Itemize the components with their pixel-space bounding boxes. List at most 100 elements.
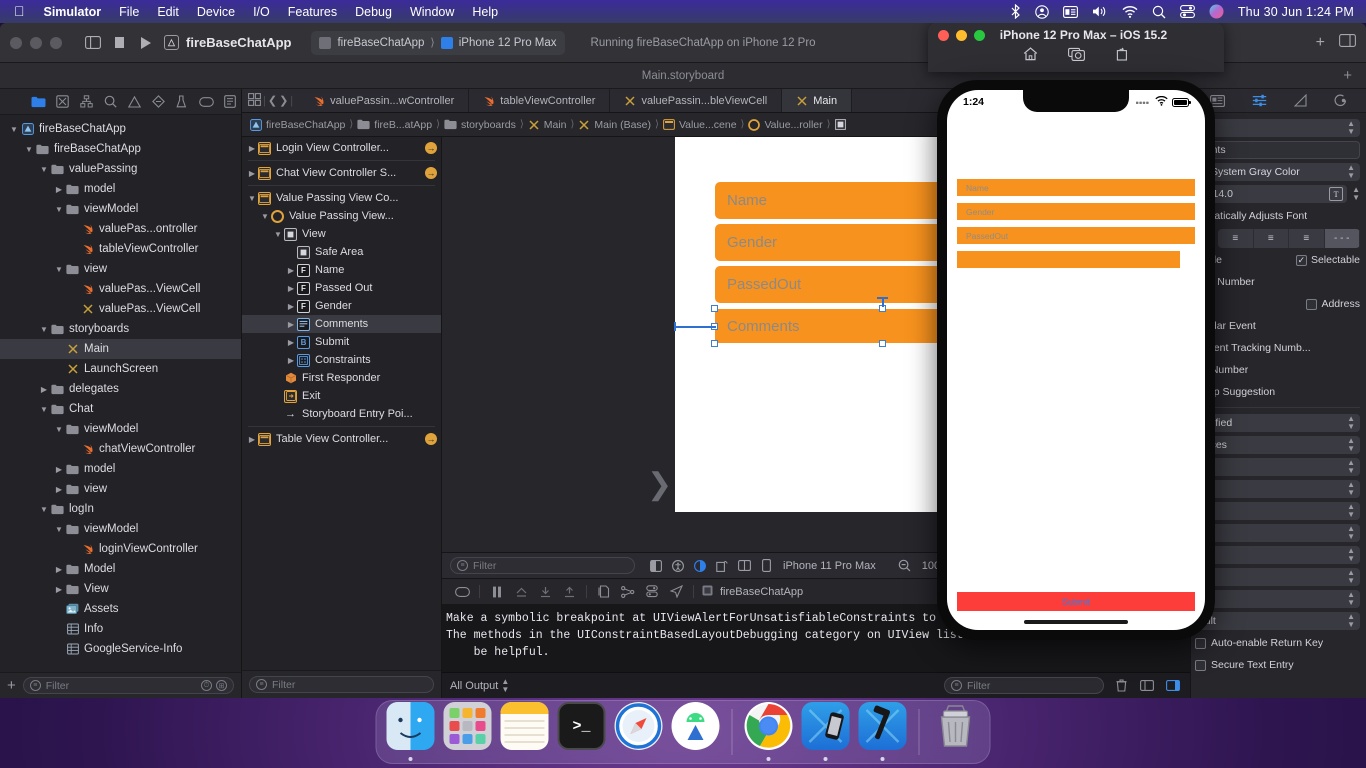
scheme-selector[interactable]: fireBaseChatApp ⟩ iPhone 12 Pro Max bbox=[311, 30, 565, 55]
twisty-closed-icon[interactable]: ▶ bbox=[285, 338, 297, 347]
nav-item-googleservice-info[interactable]: GoogleService-Info bbox=[0, 639, 241, 659]
folder-icon[interactable] bbox=[28, 92, 50, 112]
outline-item-exit[interactable]: Exit bbox=[242, 387, 441, 405]
dock-item-xcode[interactable] bbox=[858, 702, 907, 761]
stepper-icon[interactable]: ▲ ▼ bbox=[1347, 613, 1355, 629]
control-center-icon[interactable] bbox=[1062, 5, 1078, 18]
console-toggle-icon[interactable] bbox=[450, 582, 474, 602]
font-picker-icon[interactable]: T bbox=[1329, 187, 1344, 201]
twisty-closed-icon[interactable]: ▶ bbox=[38, 385, 50, 394]
outline-item-view[interactable]: ▼ View bbox=[242, 225, 441, 243]
menu-item-window[interactable]: Window bbox=[401, 5, 463, 19]
stepper-icon[interactable]: ▲ ▼ bbox=[1347, 547, 1355, 563]
outline-item-comments[interactable]: ▶ Comments bbox=[242, 315, 441, 333]
twisty-closed-icon[interactable]: ▶ bbox=[246, 144, 258, 153]
menu-item-features[interactable]: Features bbox=[279, 5, 346, 19]
stepper-icon[interactable]: ▲ ▼ bbox=[1347, 525, 1355, 541]
editor-tabs[interactable]: valuePassin...wController tableViewContro… bbox=[299, 89, 853, 112]
step-into-icon[interactable] bbox=[533, 582, 557, 602]
dock-item-finder[interactable] bbox=[386, 702, 435, 761]
stepper-icon[interactable]: ▲ ▼ bbox=[1347, 437, 1355, 453]
simulator-zoom-button[interactable] bbox=[974, 29, 985, 41]
report-icon[interactable] bbox=[219, 92, 241, 112]
twisty-closed-icon[interactable]: ▶ bbox=[246, 169, 258, 178]
strip-add-button[interactable]: + bbox=[1343, 67, 1352, 84]
menu-bar-clock[interactable]: Thu 30 Jun 1:24 PM bbox=[1238, 5, 1354, 19]
notes-icon[interactable] bbox=[500, 702, 549, 750]
warning-icon[interactable] bbox=[124, 92, 146, 112]
volume-icon[interactable] bbox=[1092, 5, 1108, 18]
navigator-file-tree[interactable]: ▼ fireBaseChatApp ▼ fireBaseChatApp ▼ valuePa… bbox=[0, 115, 241, 672]
close-button[interactable] bbox=[10, 36, 22, 49]
xcode-icon[interactable] bbox=[858, 702, 907, 750]
stepper-icon[interactable]: ▲ ▼ bbox=[1347, 481, 1355, 497]
add-editor-button[interactable]: + bbox=[1316, 34, 1325, 52]
twisty-open-icon[interactable]: ▼ bbox=[53, 265, 65, 274]
siri-icon[interactable] bbox=[1209, 4, 1224, 19]
canvas-device-name[interactable]: iPhone 11 Pro Max bbox=[783, 560, 876, 572]
outline-item-name[interactable]: ▶ F Name bbox=[242, 261, 441, 279]
alignment-segmented-control[interactable]: ≡ ≡ ≡ - - - bbox=[1218, 228, 1360, 248]
address-checkbox[interactable] bbox=[1306, 298, 1318, 310]
screenshot-icon[interactable] bbox=[1068, 47, 1085, 64]
stepper-icon[interactable]: ▲ ▼ bbox=[1347, 503, 1355, 519]
editor-tab-valuepassin-bleviewcell[interactable]: valuePassin...bleViewCell bbox=[610, 89, 783, 112]
twisty-closed-icon[interactable]: ▶ bbox=[285, 284, 297, 293]
display-toggle-icon[interactable] bbox=[1179, 5, 1195, 18]
accessibility-icon[interactable] bbox=[667, 556, 689, 576]
connections-inspector-icon[interactable] bbox=[1334, 94, 1347, 107]
view-as-icon[interactable] bbox=[645, 556, 667, 576]
step-out-icon[interactable] bbox=[557, 582, 581, 602]
dock-item-notes[interactable] bbox=[500, 702, 549, 756]
navigator-filter-input[interactable]: ≡ Filter ⏱ ⊞ bbox=[22, 677, 234, 694]
scene-connection-dot-icon[interactable]: → bbox=[425, 433, 437, 445]
simulator-close-button[interactable] bbox=[938, 29, 949, 41]
bluetooth-icon[interactable] bbox=[1010, 4, 1021, 19]
twisty-closed-icon[interactable]: ▶ bbox=[53, 585, 65, 594]
twisty-closed-icon[interactable]: ▶ bbox=[285, 266, 297, 275]
twisty-open-icon[interactable]: ▼ bbox=[23, 145, 35, 154]
nav-item-valuepas-viewcell[interactable]: valuePas...ViewCell bbox=[0, 279, 241, 299]
outline-item-value-passing-view[interactable]: ▼ Value Passing View... bbox=[242, 207, 441, 225]
twisty-closed-icon[interactable]: ▶ bbox=[285, 302, 297, 311]
toggle-console-icon[interactable] bbox=[1164, 677, 1182, 695]
scene-connection-dot-icon[interactable]: → bbox=[425, 167, 437, 179]
twisty-open-icon[interactable]: ▼ bbox=[38, 165, 50, 174]
nav-item-model[interactable]: ▶ model bbox=[0, 459, 241, 479]
alignment-option-3[interactable]: - - - bbox=[1324, 228, 1360, 248]
apple-menu-icon[interactable]:  bbox=[8, 3, 35, 21]
nav-item-launchscreen[interactable]: LaunchScreen bbox=[0, 359, 241, 379]
sim-field-passedout[interactable]: PassedOut bbox=[957, 227, 1195, 244]
breadcrumb-item-value-roller[interactable]: Value...roller bbox=[748, 119, 823, 131]
twisty-open-icon[interactable]: ▼ bbox=[246, 194, 258, 203]
nav-item-model[interactable]: ▶ model bbox=[0, 179, 241, 199]
menu-item-debug[interactable]: Debug bbox=[346, 5, 401, 19]
nav-item-viewmodel[interactable]: ▼ viewModel bbox=[0, 199, 241, 219]
breadcrumb-item-value-cene[interactable]: Value...cene bbox=[663, 119, 737, 131]
run-icon[interactable] bbox=[132, 31, 158, 55]
scene-connection-dot-icon[interactable]: → bbox=[425, 142, 437, 154]
zoom-button[interactable] bbox=[50, 36, 62, 49]
outline-item-submit[interactable]: ▶ B Submit bbox=[242, 333, 441, 351]
document-outline-list[interactable]: ▶ Login View Controller... → ▶ Chat View Con… bbox=[242, 137, 441, 670]
stepper-icon[interactable]: ▲ ▼ bbox=[1347, 459, 1355, 475]
view-hierarchy-icon[interactable] bbox=[592, 582, 616, 602]
step-over-icon[interactable] bbox=[509, 582, 533, 602]
hierarchy-icon[interactable] bbox=[76, 92, 98, 112]
tag-icon[interactable] bbox=[195, 92, 217, 112]
twisty-open-icon[interactable]: ▼ bbox=[53, 425, 65, 434]
twisty-closed-icon[interactable]: ▶ bbox=[53, 465, 65, 474]
twisty-closed-icon[interactable]: ▶ bbox=[285, 320, 297, 329]
editor-tab-valuepassin-wcontroller[interactable]: valuePassin...wController bbox=[299, 89, 470, 112]
menu-item-edit[interactable]: Edit bbox=[148, 5, 188, 19]
attributes-inspector-icon[interactable] bbox=[1252, 94, 1267, 107]
twisty-open-icon[interactable]: ▼ bbox=[53, 525, 65, 534]
nav-item-valuepassing[interactable]: ▼ valuePassing bbox=[0, 159, 241, 179]
nav-item-chat[interactable]: ▼ Chat bbox=[0, 399, 241, 419]
nav-item-chatviewcontroller[interactable]: chatViewController bbox=[0, 439, 241, 459]
twisty-open-icon[interactable]: ▼ bbox=[38, 505, 50, 514]
outline-item-table-view-controller[interactable]: ▶ Table View Controller... → bbox=[242, 430, 441, 448]
search-icon[interactable] bbox=[100, 92, 122, 112]
nav-item-view[interactable]: ▼ view bbox=[0, 259, 241, 279]
sim-field-name[interactable]: Name bbox=[957, 179, 1195, 196]
